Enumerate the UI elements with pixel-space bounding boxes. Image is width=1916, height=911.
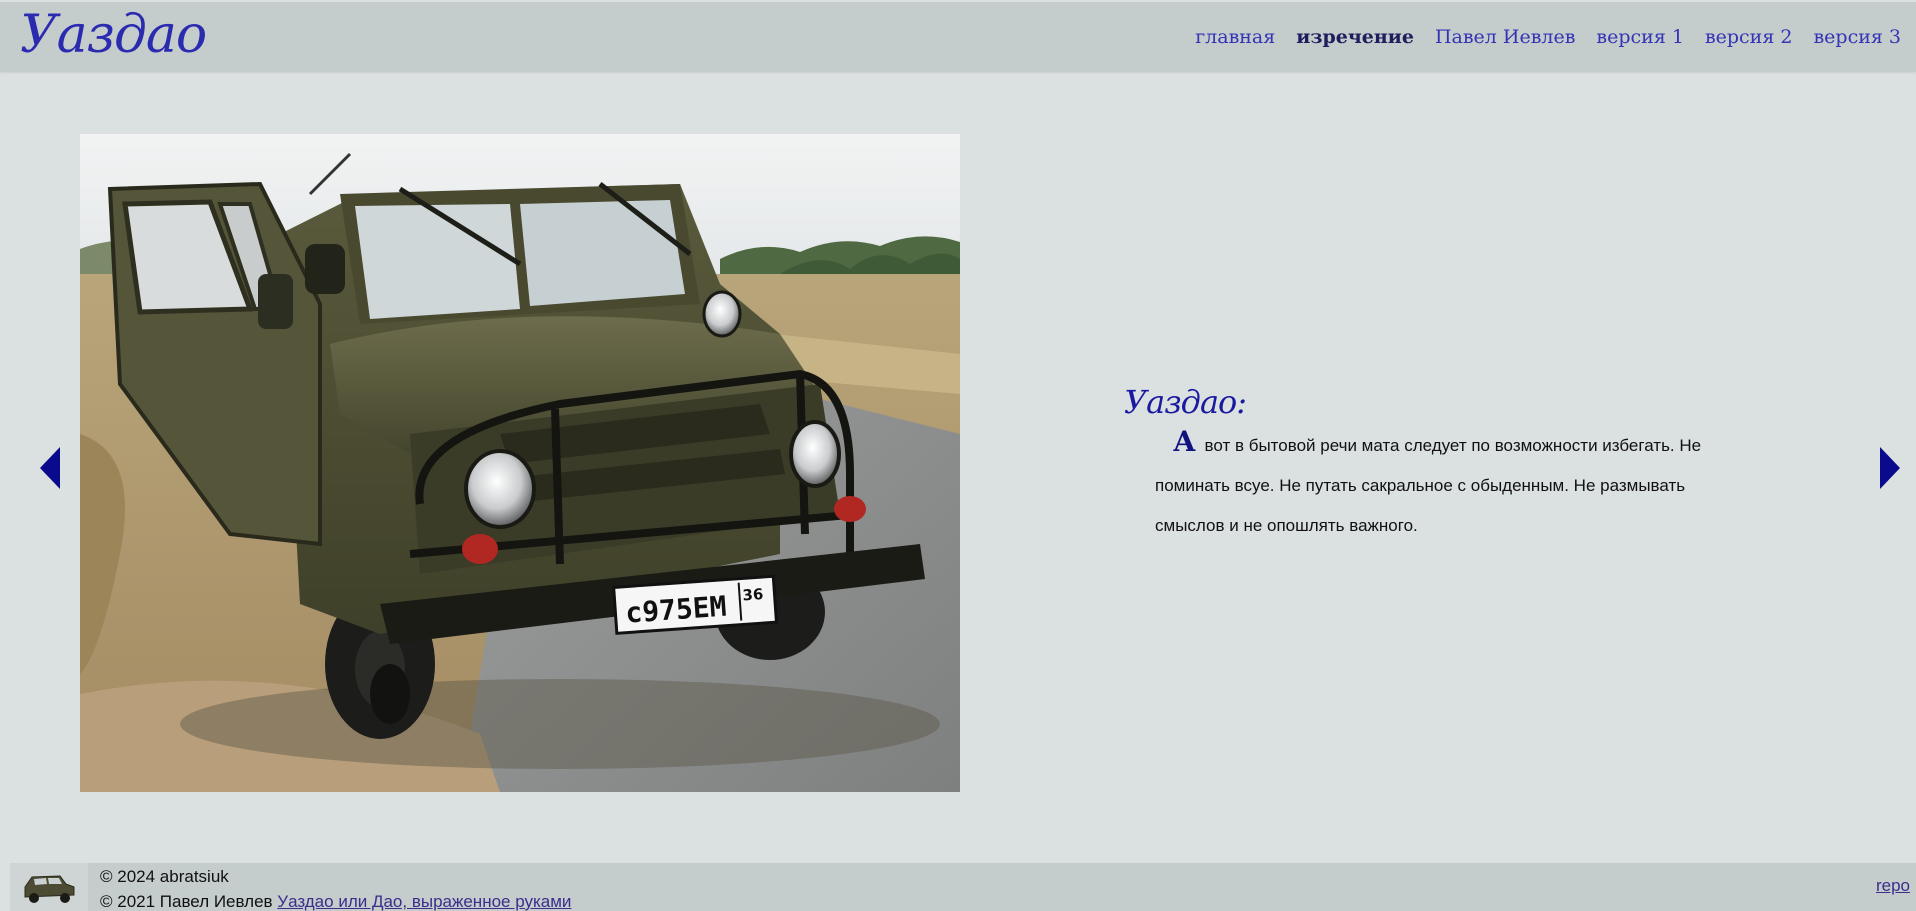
footer-line-2: © 2021 Павел Иевлев Уаздао или Дао, выра… — [100, 889, 571, 911]
site-logo[interactable]: Уаздао — [20, 0, 207, 70]
nav-link-version-2[interactable]: версия 2 — [1705, 26, 1793, 48]
main-nav: главная изречение Павел Иевлев версия 1 … — [1174, 2, 1901, 72]
footer-car-thumbnail — [10, 863, 88, 911]
nav-link-quote[interactable]: изречение — [1296, 26, 1414, 48]
nav-link-author[interactable]: Павел Иевлев — [1435, 26, 1575, 48]
next-arrow-icon[interactable] — [1880, 447, 1900, 489]
repo-link[interactable]: repo — [1876, 876, 1910, 896]
nav-link-home[interactable]: главная — [1195, 26, 1275, 48]
footer-copyright: © 2024 abratsiuk © 2021 Павел Иевлев Уаз… — [100, 864, 571, 911]
footer-line-1: © 2024 abratsiuk — [100, 867, 229, 886]
uaz-photo: с975ЕМ 36 — [80, 134, 960, 792]
license-plate-text: с975ЕМ — [624, 590, 727, 630]
header: Уаздао главная изречение Павел Иевлев ве… — [0, 2, 1916, 72]
prev-arrow-icon[interactable] — [40, 447, 60, 489]
footer: © 2024 abratsiuk © 2021 Павел Иевлев Уаз… — [10, 863, 1916, 911]
quote-block: Уаздао: А вот в бытовой речи мата следуе… — [1124, 378, 1724, 546]
page: Уаздао главная изречение Павел Иевлев ве… — [0, 0, 1916, 911]
nav-link-version-1[interactable]: версия 1 — [1596, 26, 1684, 48]
license-plate-region: 36 — [742, 585, 764, 604]
footer-book-link[interactable]: Уаздао или Дао, выраженное руками — [277, 892, 571, 911]
quote-body: вот в бытовой речи мата следует по возмо… — [1155, 436, 1702, 535]
nav-link-version-3[interactable]: версия 3 — [1813, 26, 1901, 48]
quote-text: А вот в бытовой речи мата следует по воз… — [1155, 422, 1715, 546]
quote-dropcap: А — [1173, 425, 1196, 458]
quote-author: Уаздао: — [1124, 383, 1247, 421]
footer-line-2-prefix: © 2021 Павел Иевлев — [100, 892, 278, 911]
